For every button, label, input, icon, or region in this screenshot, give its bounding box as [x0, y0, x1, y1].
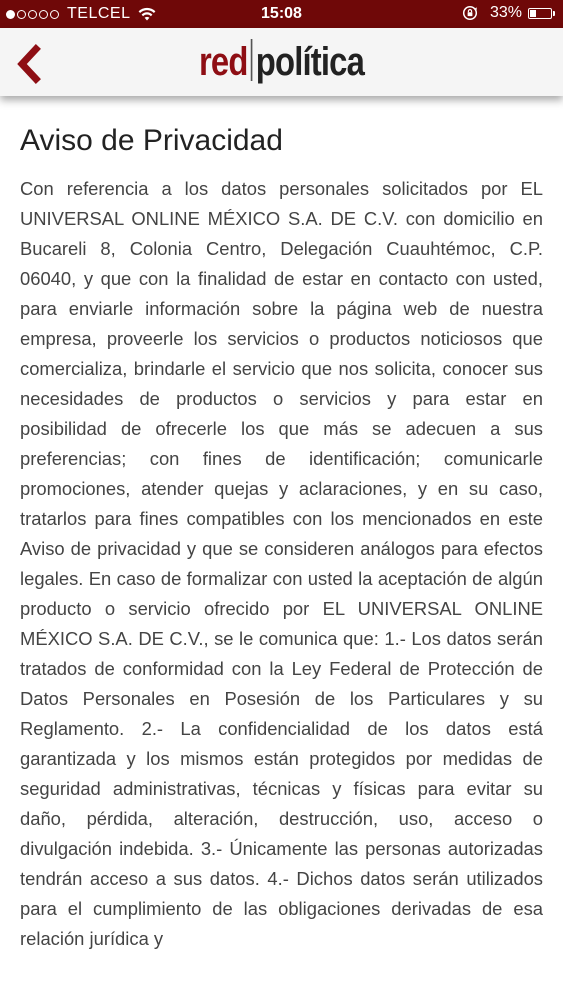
orientation-lock-icon: [462, 5, 478, 21]
logo: red política: [51, 39, 513, 85]
app-header: red política: [0, 28, 563, 96]
logo-red-text: red: [198, 40, 248, 84]
logo-politica-text: política: [255, 40, 365, 84]
battery-tip: [553, 10, 555, 16]
status-bar: TELCEL 15:08 33%: [0, 0, 563, 28]
status-right: 33%: [462, 4, 555, 22]
back-chevron-icon[interactable]: [12, 44, 48, 84]
battery-fill: [530, 9, 536, 17]
logo-divider: [250, 39, 253, 81]
page-title: Aviso de Privacidad: [20, 124, 283, 157]
main-content: Aviso de Privacidad Con referencia a los…: [20, 96, 543, 954]
privacy-notice-text: Con referencia a los datos personales so…: [20, 178, 543, 949]
battery-percent: 33%: [489, 4, 522, 21]
battery-icon: [528, 7, 552, 19]
